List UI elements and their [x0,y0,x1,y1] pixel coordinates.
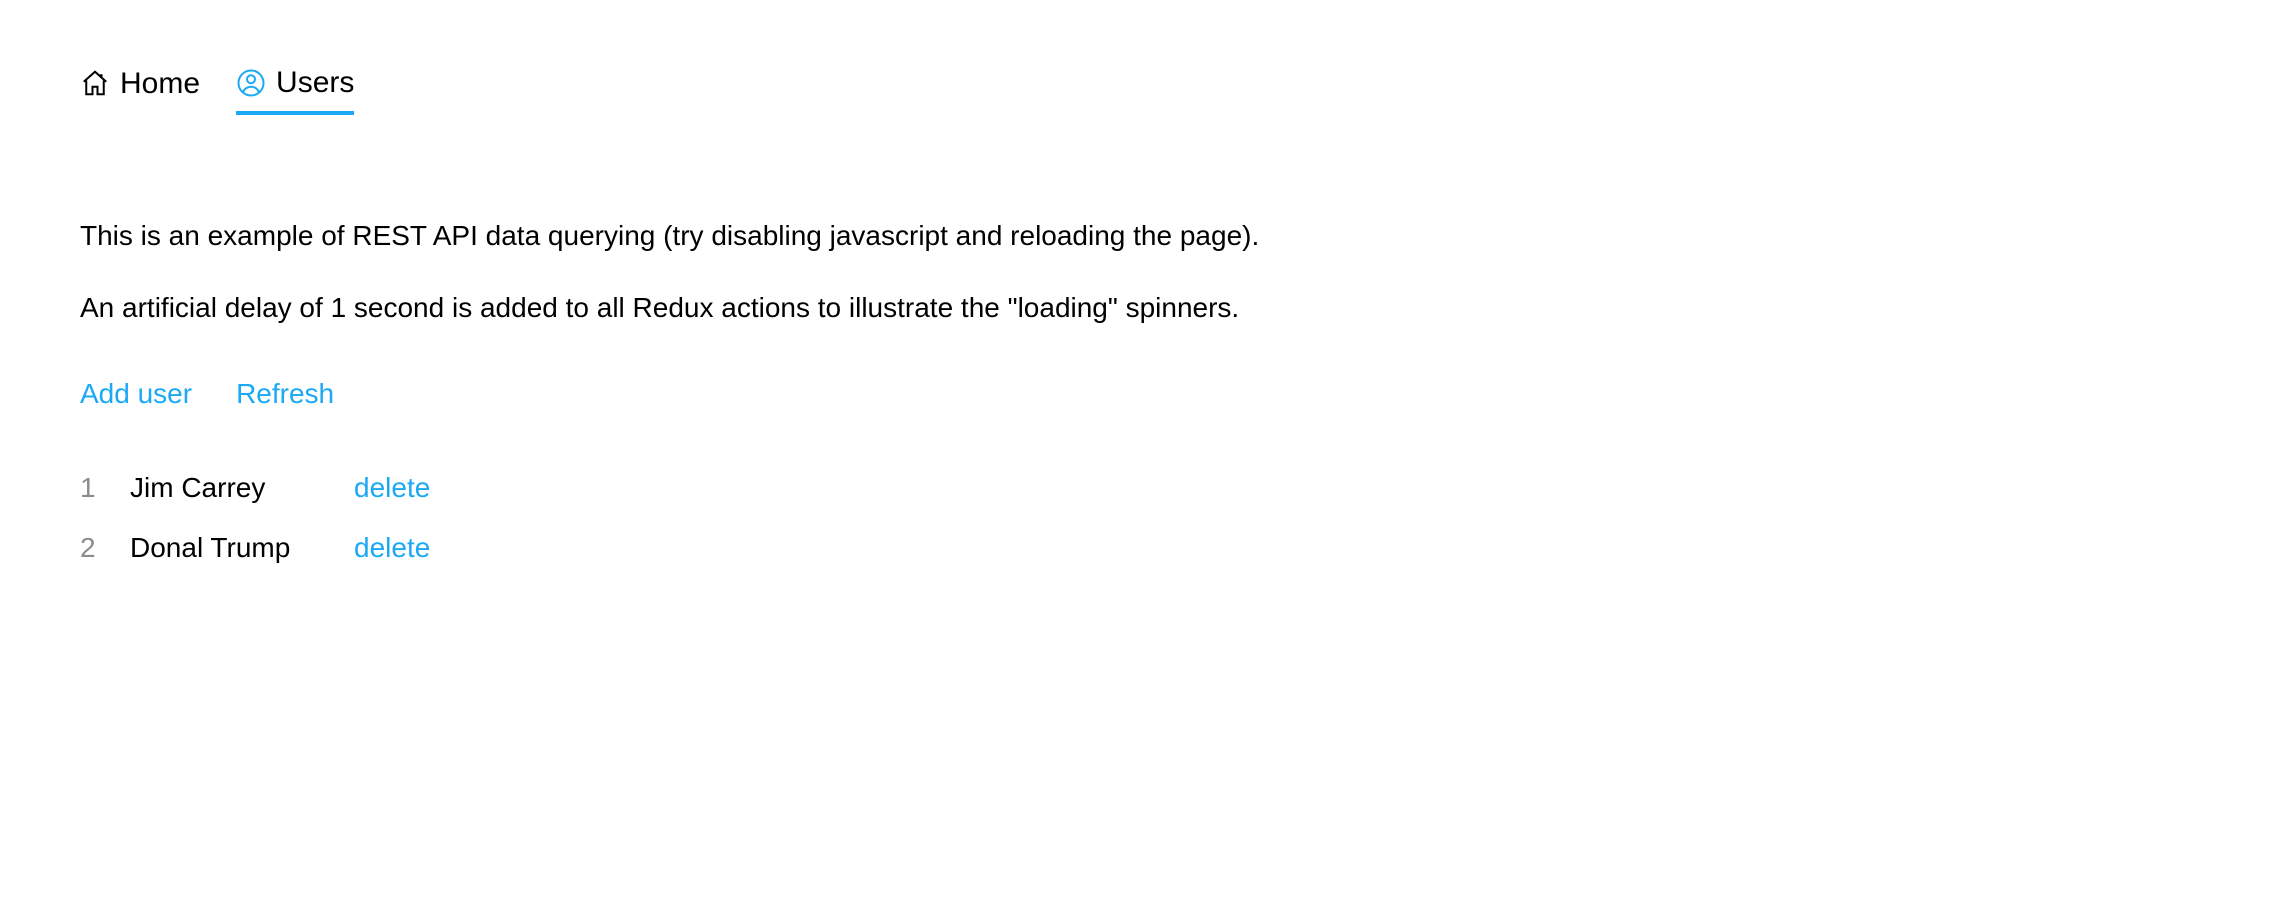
top-nav: Home Users [80,60,2210,115]
refresh-button[interactable]: Refresh [236,373,334,415]
delete-user-button[interactable]: delete [354,527,430,569]
user-icon [236,68,266,98]
user-name: Donal Trump [130,527,320,569]
user-row: 1 Jim Carrey delete [80,467,2210,509]
description-line-1: This is an example of REST API data quer… [80,215,2210,257]
action-bar: Add user Refresh [80,373,2210,415]
home-icon [80,68,110,98]
user-id: 2 [80,527,96,569]
add-user-button[interactable]: Add user [80,373,192,415]
nav-item-users[interactable]: Users [236,60,354,115]
nav-label-home: Home [120,61,200,106]
user-id: 1 [80,467,96,509]
nav-item-home[interactable]: Home [80,61,200,115]
user-row: 2 Donal Trump delete [80,527,2210,569]
user-name: Jim Carrey [130,467,320,509]
description-line-2: An artificial delay of 1 second is added… [80,287,2210,329]
delete-user-button[interactable]: delete [354,467,430,509]
nav-label-users: Users [276,60,354,105]
user-list: 1 Jim Carrey delete 2 Donal Trump delete [80,467,2210,569]
